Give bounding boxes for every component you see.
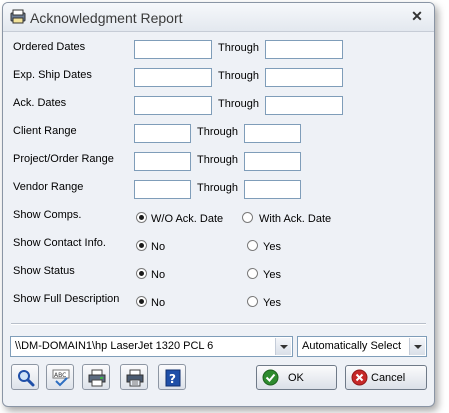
- project-order-range-through-label: Through: [197, 154, 238, 166]
- show-status-no-radio[interactable]: [136, 268, 147, 279]
- vendor-range-label: Vendor Range: [13, 181, 84, 193]
- show-comps-with-ack-date-radio[interactable]: [242, 212, 253, 223]
- printer-select-value: \\DM-DOMAIN1\hp LaserJet 1320 PCL 6: [15, 340, 214, 352]
- vendor-range-from-input[interactable]: [134, 180, 191, 199]
- printer-icon: [126, 369, 144, 387]
- show-contact-info-yes-label: Yes: [263, 241, 281, 253]
- print-button[interactable]: [120, 364, 148, 390]
- report-icon: [10, 9, 26, 24]
- ack-dates-to-input[interactable]: [265, 96, 343, 115]
- client-range-through-label: Through: [197, 126, 238, 138]
- window-title: Acknowledgment Report: [30, 10, 183, 26]
- client-range-label: Client Range: [13, 125, 77, 137]
- chevron-down-icon[interactable]: [275, 338, 291, 355]
- show-full-description-label: Show Full Description: [13, 293, 120, 305]
- svg-text:?: ?: [169, 372, 176, 386]
- ordered-dates-from-input[interactable]: [134, 40, 212, 59]
- acknowledgment-report-dialog: Acknowledgment Report ✕ Ordered Dates Th…: [2, 2, 435, 407]
- cancel-button-label: Cancel: [371, 372, 406, 384]
- print-setup-button[interactable]: [82, 364, 110, 390]
- show-full-description-no-label: No: [151, 297, 166, 309]
- exp-ship-dates-from-input[interactable]: [134, 68, 212, 87]
- preview-button[interactable]: [11, 364, 39, 390]
- show-contact-info-no-radio[interactable]: [136, 240, 147, 251]
- project-order-range-label: Project/Order Range: [13, 153, 114, 165]
- show-full-description-yes-label: Yes: [263, 297, 281, 309]
- paper-tray-select-value: Automatically Select: [302, 340, 402, 352]
- show-status-label: Show Status: [13, 265, 75, 277]
- ack-dates-from-input[interactable]: [134, 96, 212, 115]
- title-bar: Acknowledgment Report ✕: [3, 3, 434, 32]
- ordered-dates-to-input[interactable]: [265, 40, 343, 59]
- vendor-range-through-label: Through: [197, 182, 238, 194]
- help-icon: ?: [165, 369, 181, 387]
- exp-ship-dates-to-input[interactable]: [265, 68, 343, 87]
- close-button[interactable]: ✕: [410, 8, 424, 24]
- magnifier-icon: [18, 370, 35, 387]
- spellcheck-icon: ABC: [52, 369, 70, 387]
- show-comps-wo-ack-date-label: W/O Ack. Date: [151, 213, 224, 225]
- ok-button-label: OK: [288, 372, 304, 384]
- paper-tray-select[interactable]: Automatically Select: [297, 336, 427, 357]
- ordered-dates-through-label: Through: [218, 42, 259, 54]
- cancel-button[interactable]: Cancel: [345, 365, 427, 390]
- show-full-description-yes-radio[interactable]: [247, 296, 258, 307]
- chevron-down-icon[interactable]: [409, 338, 425, 355]
- exp-ship-dates-through-label: Through: [218, 70, 259, 82]
- checkmark-icon: [262, 369, 279, 386]
- vendor-range-to-input[interactable]: [244, 180, 301, 199]
- client-range-to-input[interactable]: [244, 124, 301, 143]
- print-setup-icon: [88, 369, 106, 387]
- project-order-range-from-input[interactable]: [134, 152, 191, 171]
- show-status-yes-radio[interactable]: [247, 268, 258, 279]
- cancel-x-icon: [351, 369, 368, 386]
- separator: [11, 323, 426, 325]
- exp-ship-dates-label: Exp. Ship Dates: [13, 69, 92, 81]
- show-status-yes-label: Yes: [263, 269, 281, 281]
- ordered-dates-label: Ordered Dates: [13, 41, 86, 53]
- show-comps-wo-ack-date-radio[interactable]: [136, 212, 147, 223]
- spellcheck-button[interactable]: ABC: [46, 364, 74, 390]
- show-contact-info-yes-radio[interactable]: [247, 240, 258, 251]
- show-contact-info-no-label: No: [151, 241, 166, 253]
- printer-select[interactable]: \\DM-DOMAIN1\hp LaserJet 1320 PCL 6: [10, 336, 293, 357]
- show-full-description-no-radio[interactable]: [136, 296, 147, 307]
- svg-text:ABC: ABC: [54, 372, 66, 379]
- ack-dates-label: Ack. Dates: [13, 97, 67, 109]
- project-order-range-to-input[interactable]: [244, 152, 301, 171]
- ok-button[interactable]: OK: [256, 365, 337, 390]
- ack-dates-through-label: Through: [218, 98, 259, 110]
- show-contact-info-label: Show Contact Info.: [13, 237, 106, 249]
- show-comps-label: Show Comps.: [13, 209, 82, 221]
- client-range-from-input[interactable]: [134, 124, 191, 143]
- show-comps-with-ack-date-label: With Ack. Date: [259, 213, 332, 225]
- help-button[interactable]: ?: [158, 364, 186, 390]
- show-status-no-label: No: [151, 269, 166, 281]
